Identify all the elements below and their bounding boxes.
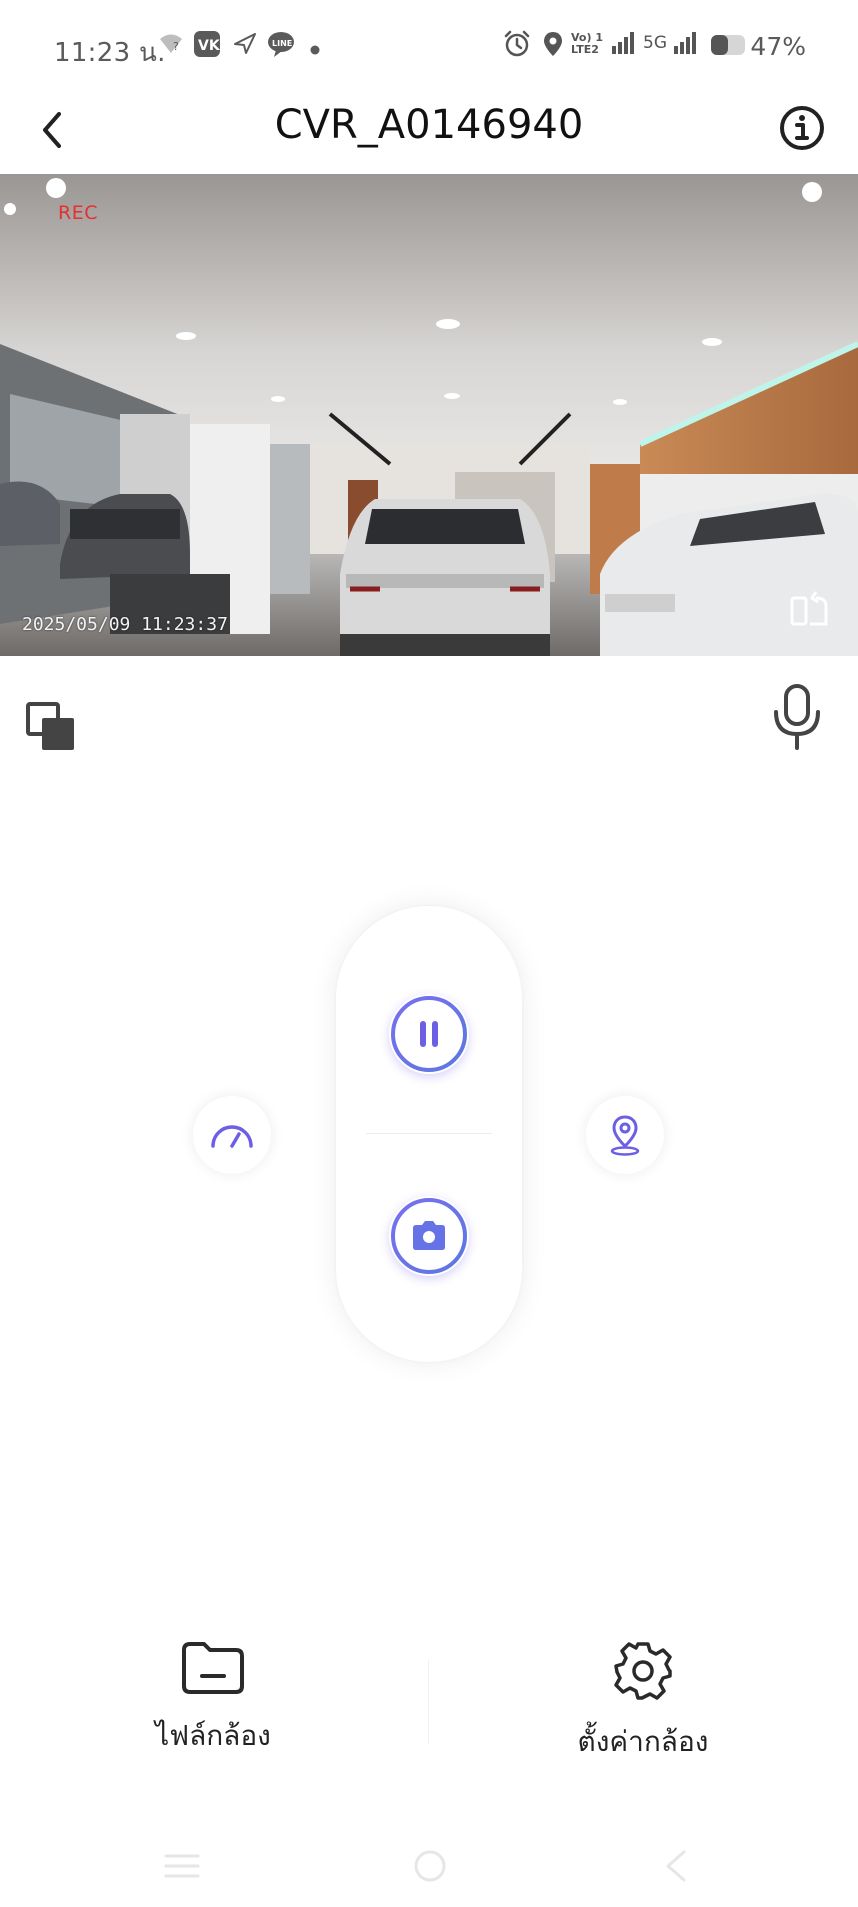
rec-indicator: REC (58, 202, 98, 224)
switch-camera-button[interactable] (788, 586, 832, 630)
vk-app-icon: VK (193, 30, 221, 62)
volte-label: Vo) 1 LTE2 (571, 31, 603, 56)
home-button[interactable] (410, 1846, 450, 1890)
battery-icon (710, 34, 748, 60)
info-button[interactable] (776, 102, 828, 154)
record-control-pill (336, 906, 522, 1362)
line-app-icon: LINE (266, 30, 296, 62)
system-nav-bar (0, 1840, 858, 1907)
camera-icon (391, 1198, 467, 1274)
svg-text:?: ? (173, 40, 179, 53)
wifi-question-icon: ? (158, 30, 184, 60)
nav-back-button[interactable] (656, 1846, 696, 1890)
camera-files-label: ไฟล์กล้อง (155, 1719, 271, 1752)
camera-settings-label: ตั้งค่ากล้อง (577, 1725, 709, 1758)
status-time: 11:23 น. (54, 38, 166, 68)
recent-apps-button[interactable] (162, 1846, 202, 1890)
pause-icon (391, 996, 467, 1072)
svg-text:VK: VK (198, 38, 221, 54)
send-bird-icon (232, 30, 258, 60)
notification-dot-icon (310, 40, 320, 59)
speed-button[interactable] (193, 1096, 271, 1174)
header: CVR_A0146940 (0, 90, 858, 174)
back-arrow-icon (666, 1850, 686, 1882)
signal-icon-2 (672, 30, 698, 60)
location-button[interactable] (586, 1096, 664, 1174)
location-status-icon (541, 30, 565, 62)
home-circle-icon (414, 1850, 446, 1882)
network-type: 5G (643, 33, 667, 53)
speedometer-icon (211, 1125, 253, 1148)
microphone-icon (774, 684, 820, 750)
map-pin-icon (610, 1115, 640, 1156)
snapshot-button[interactable] (389, 1196, 469, 1276)
video-timestamp: 2025/05/09 11:23:37 (22, 614, 228, 635)
alarm-icon (503, 30, 531, 62)
menu-lines-icon (164, 1854, 200, 1878)
gear-icon (614, 1642, 672, 1700)
live-video-feed[interactable]: REC 2025/05/09 11:23:37 (0, 174, 858, 656)
info-icon (780, 106, 824, 150)
pill-divider (366, 1133, 492, 1134)
screen: 11:23 น. ? VK LINE Vo) 1 LTE2 5G 47% CVR… (0, 0, 858, 1907)
picture-in-picture-button[interactable] (26, 702, 76, 752)
status-bar: 11:23 น. ? VK LINE Vo) 1 LTE2 5G 47% (0, 0, 858, 90)
bottom-divider (428, 1660, 429, 1744)
page-title: CVR_A0146940 (274, 102, 584, 148)
rotate-screen-icon (790, 591, 828, 626)
video-frame (0, 174, 858, 656)
pause-button[interactable] (389, 994, 469, 1074)
pip-icon (26, 702, 74, 750)
camera-settings-button[interactable]: ตั้งค่ากล้อง (518, 1640, 768, 1764)
folder-icon (182, 1642, 244, 1694)
battery-percent: 47% (750, 32, 806, 61)
camera-files-button[interactable]: ไฟล์กล้อง (88, 1640, 338, 1758)
signal-icon-1 (610, 30, 636, 60)
microphone-button[interactable] (772, 684, 822, 750)
svg-text:LINE: LINE (272, 39, 292, 48)
